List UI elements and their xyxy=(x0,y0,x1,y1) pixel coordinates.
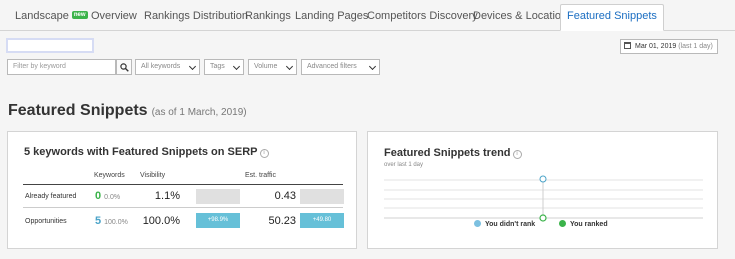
tab-competitors-discovery[interactable]: Competitors Discovery xyxy=(367,5,478,31)
legend-dot xyxy=(559,220,566,227)
visibility-delta-bar: +98.9% xyxy=(196,213,240,228)
summary-title-text: 5 keywords with Featured Snippets on SER… xyxy=(24,146,258,158)
keyword-count: 0 xyxy=(95,190,102,202)
dropdown-label: Tags xyxy=(210,63,225,70)
col-header-visibility: Visibility xyxy=(140,172,166,179)
opportunities-visibility: 100.0% xyxy=(142,215,180,227)
tab-overview[interactable]: Overview xyxy=(91,5,137,31)
date-range: (last 1 day) xyxy=(678,43,713,50)
ranked-point[interactable] xyxy=(539,214,547,222)
summary-panel: 5 keywords with Featured Snippets on SER… xyxy=(7,131,357,249)
already-featured-visibility: 1.1% xyxy=(154,190,180,202)
tab-landing-pages[interactable]: Landing Pages xyxy=(295,5,368,31)
report-tabs: Landscape new Overview Rankings Distribut… xyxy=(0,0,735,31)
dropdown-label: Advanced filters xyxy=(307,63,357,70)
legend-didnt-rank[interactable]: You didn't rank xyxy=(474,220,535,228)
visibility-delta-bar xyxy=(196,189,240,204)
dropdown-label: All keywords xyxy=(141,63,181,70)
opportunities-traffic: 50.23 xyxy=(268,215,296,227)
page-title-text: Featured Snippets xyxy=(8,102,148,119)
page-title: Featured Snippets (as of 1 March, 2019) xyxy=(8,102,247,120)
trend-chart xyxy=(384,175,703,222)
keyword-search-input[interactable]: Filter by keyword xyxy=(7,59,116,75)
tags-dropdown[interactable]: Tags xyxy=(204,59,244,75)
date-value: Mar 01, 2019 xyxy=(635,43,677,50)
row-label-already-featured: Already featured xyxy=(25,193,77,200)
trend-panel: Featured Snippets trend i over last 1 day… xyxy=(367,131,718,249)
keyword-filter: Filter by keyword xyxy=(7,59,132,75)
search-icon xyxy=(120,63,129,72)
row-divider xyxy=(23,207,343,208)
tab-featured-snippets[interactable]: Featured Snippets xyxy=(560,4,664,31)
summary-title: 5 keywords with Featured Snippets on SER… xyxy=(24,146,269,158)
chevron-down-icon xyxy=(232,62,241,71)
chevron-down-icon xyxy=(285,62,294,71)
tab-landscape[interactable]: Landscape new xyxy=(15,5,88,31)
legend-dot xyxy=(474,220,481,227)
tab-label: Landscape xyxy=(15,10,69,22)
tab-rankings[interactable]: Rankings xyxy=(245,5,291,31)
info-icon[interactable]: i xyxy=(259,149,269,158)
legend-ranked[interactable]: You ranked xyxy=(559,220,608,228)
header-divider xyxy=(23,184,343,185)
project-name-field[interactable] xyxy=(6,38,94,53)
legend-label: You ranked xyxy=(570,221,608,228)
dropdown-label: Volume xyxy=(254,63,278,70)
advanced-filters-dropdown[interactable]: Advanced filters xyxy=(301,59,380,75)
new-badge: new xyxy=(71,11,88,19)
date-picker-button[interactable]: Mar 01, 2019 (last 1 day) xyxy=(620,39,718,54)
legend-label: You didn't rank xyxy=(485,221,536,228)
opportunities-keywords[interactable]: 5 100.0% xyxy=(95,215,128,227)
calendar-icon xyxy=(624,42,631,49)
keyword-pct: 0.0% xyxy=(104,194,121,201)
tab-rankings-distribution[interactable]: Rankings Distribution xyxy=(144,5,248,31)
chevron-down-icon xyxy=(188,62,197,71)
already-featured-traffic: 0.43 xyxy=(274,190,296,202)
already-featured-keywords[interactable]: 0 0.0% xyxy=(95,190,120,202)
keyword-count: 5 xyxy=(95,215,102,227)
col-header-traffic: Est. traffic xyxy=(245,172,276,179)
volume-dropdown[interactable]: Volume xyxy=(248,59,297,75)
traffic-delta-bar xyxy=(300,189,344,204)
tab-devices-locations[interactable]: Devices & Locations xyxy=(473,5,573,31)
search-button[interactable] xyxy=(116,59,132,75)
didnt-rank-point[interactable] xyxy=(539,175,547,183)
traffic-delta-bar: +49.80 xyxy=(300,213,344,228)
keywords-dropdown[interactable]: All keywords xyxy=(135,59,200,75)
page-subtitle: (as of 1 March, 2019) xyxy=(151,107,247,118)
row-label-opportunities: Opportunities xyxy=(25,218,67,225)
keyword-pct: 100.0% xyxy=(104,219,128,226)
col-header-keywords: Keywords xyxy=(94,172,125,179)
chevron-down-icon xyxy=(368,62,377,71)
